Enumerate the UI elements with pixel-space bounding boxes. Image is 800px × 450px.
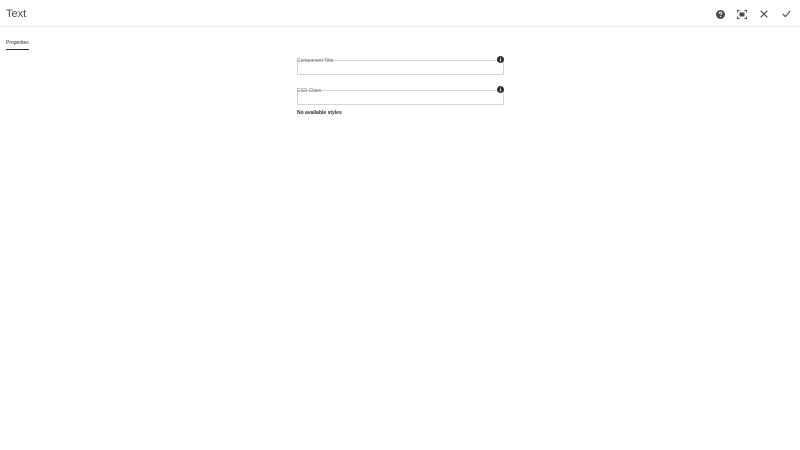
help-button[interactable] <box>712 6 728 22</box>
css-class-label-row: CSS Class <box>297 79 504 94</box>
tab-properties[interactable]: Properties <box>6 40 29 50</box>
help-icon <box>715 9 725 19</box>
dialog-header: Text <box>0 0 800 27</box>
cancel-button[interactable] <box>756 6 772 22</box>
component-title-label-row: Component Title <box>297 49 504 64</box>
properties-form: Component Title CSS Class No available s… <box>297 49 504 117</box>
done-button[interactable] <box>778 6 794 22</box>
checkmark-icon <box>781 10 791 18</box>
component-title-label: Component Title <box>297 58 334 64</box>
fullscreen-icon <box>737 9 747 19</box>
header-actions <box>706 6 794 22</box>
dialog-title: Text <box>6 8 27 20</box>
css-class-label: CSS Class <box>297 88 322 94</box>
css-class-input[interactable] <box>297 90 504 105</box>
tab-list: Properties <box>6 31 29 50</box>
fullscreen-button[interactable] <box>734 6 750 22</box>
close-icon <box>760 10 768 18</box>
edit-dialog: Text Properties Component Title CSS Clas… <box>0 0 800 450</box>
styles-message: No available styles <box>297 110 342 116</box>
info-icon[interactable] <box>497 50 504 63</box>
info-icon[interactable] <box>497 80 504 93</box>
